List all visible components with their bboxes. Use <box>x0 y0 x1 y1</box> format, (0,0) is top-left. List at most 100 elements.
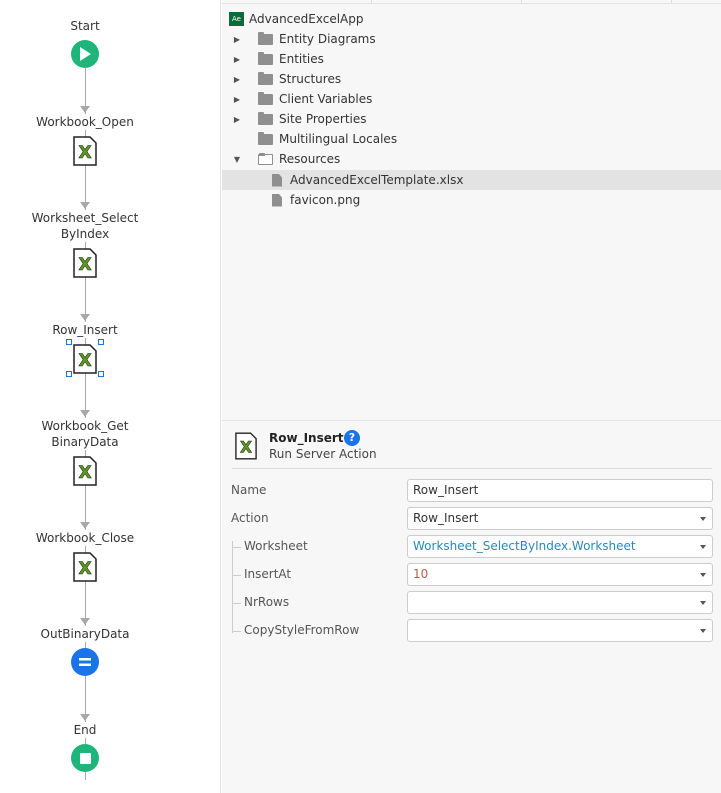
property-label: CopyStyleFromRow <box>244 623 360 637</box>
properties-title: Row_Insert <box>269 431 344 445</box>
file-icon <box>272 193 282 207</box>
file-icon <box>272 173 282 187</box>
arrow-icon <box>80 522 90 529</box>
tab[interactable] <box>222 0 372 3</box>
arrow-icon <box>80 314 90 321</box>
property-label: NrRows <box>244 595 290 609</box>
excel-action-icon[interactable]: X <box>73 136 97 166</box>
tree-item-client-variables[interactable]: ▶ Client Variables <box>222 89 721 109</box>
equals-icon <box>79 658 91 666</box>
property-action: Action Row_Insert <box>222 507 721 531</box>
tab[interactable] <box>372 0 522 3</box>
tree-file-favicon[interactable]: favicon.png <box>222 190 721 210</box>
property-label: InsertAt <box>244 567 292 581</box>
name-input[interactable]: Row_Insert <box>407 479 713 502</box>
expand-icon[interactable]: ▶ <box>232 95 242 104</box>
tree-label: AdvancedExcelTemplate.xlsx <box>290 173 464 187</box>
tree-item-structures[interactable]: ▶ Structures <box>222 69 721 89</box>
tree-label: Client Variables <box>279 92 373 106</box>
svg-text:X: X <box>78 559 91 579</box>
expand-icon[interactable]: ▶ <box>232 75 242 84</box>
nrrows-select[interactable] <box>407 591 713 614</box>
selection-handle[interactable] <box>66 371 72 377</box>
node-label: Start <box>0 18 170 34</box>
property-label: Action <box>231 511 269 525</box>
tree-label: AdvancedExcelApp <box>249 12 364 26</box>
folder-icon <box>258 91 273 105</box>
start-node[interactable] <box>71 40 99 68</box>
tree-label: Entities <box>279 52 324 66</box>
chevron-down-icon <box>700 601 706 605</box>
excel-action-icon[interactable]: X <box>73 344 97 374</box>
excel-action-icon[interactable]: X <box>73 456 97 486</box>
end-node[interactable] <box>71 744 99 772</box>
folder-icon <box>258 111 273 125</box>
selection-handle[interactable] <box>98 339 104 345</box>
worksheet-select[interactable]: Worksheet_SelectByIndex.Worksheet <box>407 535 713 558</box>
node-label: ByIndex <box>0 226 170 242</box>
tree-label: Structures <box>279 72 342 86</box>
select-value: Row_Insert <box>413 511 479 525</box>
selection-handle[interactable] <box>66 339 72 345</box>
insertat-select[interactable]: 10 <box>407 563 713 586</box>
node-label: Workbook_Close <box>0 530 170 546</box>
node-label: Workbook_Get <box>0 418 170 434</box>
tree-item-entity-diagrams[interactable]: ▶ Entity Diagrams <box>222 29 721 49</box>
excel-action-icon[interactable]: X <box>73 552 97 582</box>
properties-subtitle: Run Server Action <box>269 447 377 461</box>
tree-label: Site Properties <box>279 112 367 126</box>
property-worksheet: Worksheet Worksheet_SelectByIndex.Workshe… <box>222 535 721 559</box>
folder-icon <box>258 131 273 145</box>
tree-label: favicon.png <box>290 193 361 207</box>
select-value: Worksheet_SelectByIndex.Worksheet <box>413 539 636 553</box>
tree-file-template[interactable]: AdvancedExcelTemplate.xlsx <box>222 170 721 190</box>
arrow-icon <box>80 618 90 625</box>
stop-icon <box>79 752 91 764</box>
copystylefromrow-select[interactable] <box>407 619 713 642</box>
action-flow-canvas[interactable]: Start Workbook_Open Worksheet_Select ByI… <box>0 0 221 793</box>
arrow-icon <box>80 410 90 417</box>
property-insertat: InsertAt 10 <box>222 563 721 587</box>
help-icon[interactable]: ? <box>344 430 360 446</box>
expand-icon[interactable]: ▶ <box>232 55 242 64</box>
assign-node[interactable] <box>71 648 99 676</box>
folder-icon <box>258 71 273 85</box>
action-select[interactable]: Row_Insert <box>407 507 713 530</box>
node-label: Worksheet_Select <box>0 210 170 226</box>
expand-icon[interactable]: ▶ <box>232 115 242 124</box>
expand-icon[interactable]: ▶ <box>232 35 242 44</box>
arrow-icon <box>80 202 90 209</box>
tree-item-entities[interactable]: ▶ Entities <box>222 49 721 69</box>
svg-text:X: X <box>240 438 252 456</box>
property-label: Worksheet <box>244 539 308 553</box>
tree-item-site-properties[interactable]: ▶ Site Properties <box>222 109 721 129</box>
app-icon: Ae <box>229 12 244 26</box>
svg-text:X: X <box>78 255 91 275</box>
tree-label: Resources <box>279 152 341 166</box>
properties-panel: X Row_Insert ? Run Server Action Name Row… <box>222 420 721 793</box>
tab[interactable] <box>522 0 672 3</box>
arrow-icon <box>80 106 90 113</box>
module-tree: Ae AdvancedExcelApp ▶ Entity Diagrams ▶ En… <box>222 0 721 420</box>
chevron-down-icon <box>700 573 706 577</box>
select-value: 10 <box>413 567 429 581</box>
svg-text:X: X <box>78 143 91 163</box>
tree-item-resources[interactable]: ▼ Resources <box>222 149 721 169</box>
node-label: OutBinaryData <box>0 626 170 642</box>
tree-label: Multilingual Locales <box>279 132 398 146</box>
property-name: Name Row_Insert <box>222 479 721 503</box>
tab-strip <box>222 0 721 4</box>
property-label: Name <box>231 483 267 497</box>
node-label: Workbook_Open <box>0 114 170 130</box>
svg-text:X: X <box>78 351 91 371</box>
folder-icon <box>258 31 273 45</box>
play-icon <box>80 47 91 61</box>
node-label: Row_Insert <box>0 322 170 338</box>
tree-item-multilingual-locales[interactable]: Multilingual Locales <box>222 129 721 149</box>
collapse-icon[interactable]: ▼ <box>232 155 242 164</box>
tree-root[interactable]: Ae AdvancedExcelApp <box>222 9 721 29</box>
excel-action-icon[interactable]: X <box>73 248 97 278</box>
excel-action-icon: X <box>235 432 257 460</box>
properties-header: X Row_Insert ? Run Server Action <box>232 429 712 469</box>
selection-handle[interactable] <box>98 371 104 377</box>
